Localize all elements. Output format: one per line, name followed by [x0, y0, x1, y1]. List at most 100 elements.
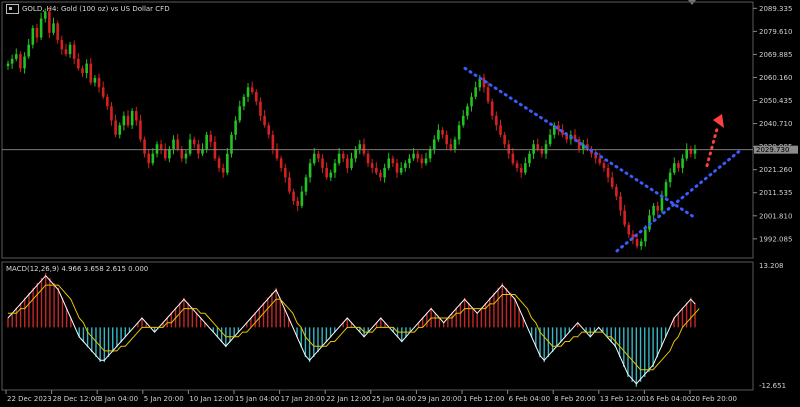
candle-body — [606, 167, 610, 178]
time-tick-label: 5 Jan 20:00 — [144, 395, 184, 403]
candle-body — [300, 191, 304, 206]
candle-body — [644, 229, 647, 242]
candle-body — [139, 120, 142, 140]
candle-body — [155, 144, 159, 154]
candle-body — [536, 144, 540, 149]
candle-body — [101, 87, 105, 97]
candle-body — [19, 54, 22, 69]
time-axis: 22 Dec 2023 28 Dec 12:003 Jan 04:00 5 Jan … — [5, 390, 737, 403]
candle-body — [519, 167, 523, 173]
candle-body — [288, 177, 291, 192]
candle-body — [81, 68, 84, 74]
candle-body — [118, 125, 122, 135]
candle-body — [375, 167, 378, 173]
forecast-arrow-head — [713, 114, 724, 128]
candle-body — [250, 87, 254, 93]
time-tick-label: 1 Feb 12:00 — [463, 395, 504, 403]
candle-body — [217, 158, 221, 168]
chart-window[interactable]: { "header": { "title": "GOLD, H4: Gold (… — [0, 0, 800, 407]
price-tick-label: 2060.160 — [759, 74, 792, 82]
current-price-label: 2029.730 — [756, 146, 789, 154]
candle-body — [52, 23, 55, 33]
candle-body — [48, 11, 51, 33]
candle-body — [72, 44, 76, 59]
candle-body — [242, 96, 246, 107]
candle-body — [548, 134, 552, 145]
candle-body — [495, 115, 498, 126]
candle-body — [56, 23, 59, 40]
candle-body — [507, 144, 511, 154]
candle-body — [366, 153, 370, 164]
candle-body — [321, 158, 324, 168]
candle-body — [176, 139, 179, 149]
candle-body — [449, 144, 453, 149]
candle-body — [656, 205, 660, 211]
candle-body — [304, 177, 308, 192]
candle-body — [499, 125, 502, 135]
candle-body — [64, 49, 68, 55]
candle-body — [362, 144, 366, 154]
price-tick-label: 2011.535 — [759, 189, 792, 197]
candle-body — [27, 44, 30, 57]
candle-body — [370, 163, 374, 168]
candle-body — [387, 158, 391, 168]
price-tick-label: 1992.085 — [759, 235, 792, 243]
candle-body — [337, 153, 341, 164]
candle-body — [209, 134, 213, 142]
price-tick-label: 2079.610 — [759, 28, 792, 36]
candle-body — [60, 39, 64, 50]
candle-body — [97, 77, 101, 88]
candle-body — [524, 163, 527, 173]
candle-body — [39, 18, 43, 38]
time-tick-label: 15 Jan 04:00 — [235, 395, 279, 403]
candle-body — [35, 28, 39, 38]
candle-body — [188, 139, 192, 154]
descending-trendline — [463, 66, 697, 220]
candle-body — [329, 172, 333, 178]
candle-body — [197, 144, 200, 154]
candle-body — [180, 148, 184, 159]
candle-body — [43, 11, 47, 19]
macd-panel — [7, 272, 700, 387]
candle-body — [126, 115, 130, 126]
candle-body — [383, 167, 386, 178]
candle-body — [308, 163, 312, 178]
candle-body — [486, 87, 490, 102]
time-tick-label: 25 Jan 04:00 — [372, 395, 416, 403]
candle-body — [358, 144, 362, 149]
time-tick-label: 20 Feb 20:00 — [691, 395, 737, 403]
time-tick-label: 17 Jan 20:00 — [281, 395, 325, 403]
candle-body — [619, 196, 622, 211]
candle-body — [399, 167, 403, 173]
candle-body — [312, 153, 316, 164]
candle-body — [6, 63, 10, 66]
candle-body — [168, 148, 171, 159]
candle-body — [428, 148, 432, 159]
candle-body — [93, 77, 97, 83]
candle-body — [627, 224, 631, 235]
candle-body — [503, 134, 506, 145]
candle-body — [424, 158, 428, 164]
candle-body — [437, 130, 440, 140]
price-tick-label: 2050.435 — [759, 97, 792, 105]
candle-body — [532, 144, 535, 154]
candle-body — [275, 148, 279, 159]
time-tick-label: 22 Dec 2023 — [7, 395, 52, 403]
candle-body — [85, 63, 88, 74]
candle-body — [681, 158, 684, 168]
candle-body — [205, 134, 208, 149]
candle-body — [511, 153, 515, 164]
time-tick-label: 3 Jan 04:00 — [98, 395, 138, 403]
candle-body — [77, 58, 80, 69]
candle-body — [234, 120, 237, 135]
macd-tick-label: -12.651 — [759, 382, 786, 390]
candle-body — [221, 167, 225, 173]
candle-body — [379, 172, 382, 178]
chart-canvas[interactable]: 2089.335 2079.610 2069.885 2060.160 2050.435… — [0, 0, 800, 407]
candle-body — [226, 153, 229, 173]
candle-body — [130, 111, 134, 126]
candle-body — [615, 186, 618, 197]
candle-body — [89, 63, 93, 83]
candle-body — [346, 158, 349, 168]
candle-body — [350, 158, 353, 168]
